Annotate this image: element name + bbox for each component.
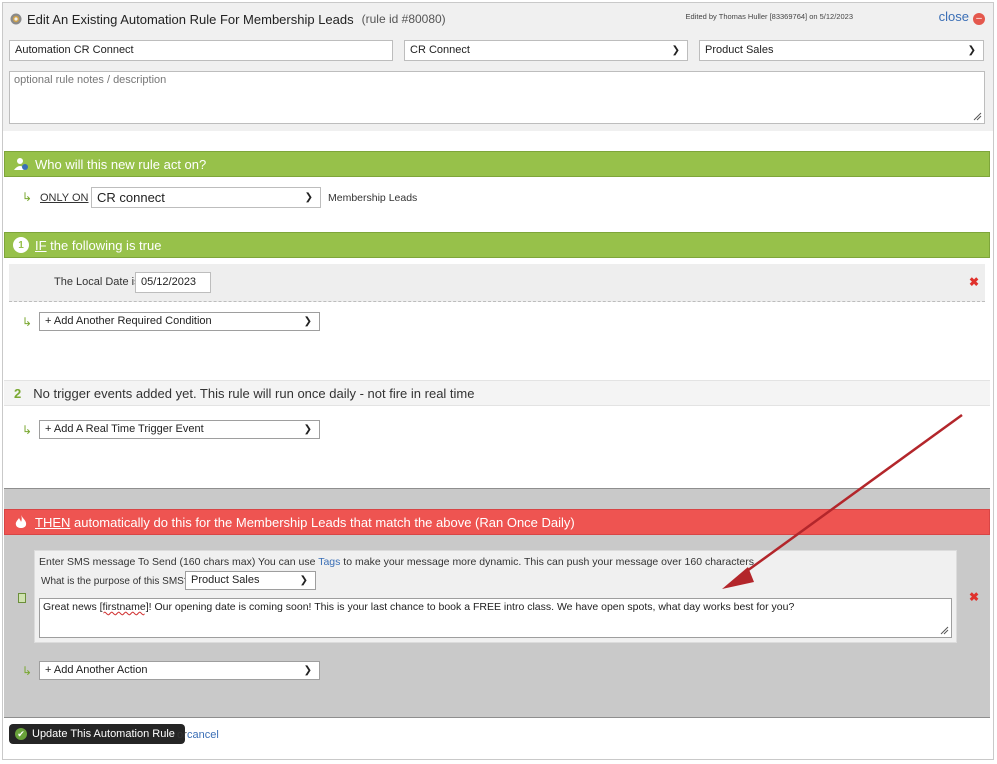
who-section-header: Who will this new rule act on? [4,151,990,177]
then-keyword: THEN [35,514,71,530]
rule-name-input[interactable]: Automation CR Connect [9,40,393,61]
flame-icon [13,514,29,530]
who-section-title: Who will this new rule act on? [35,156,207,172]
add-trigger-select[interactable]: + Add A Real Time Trigger Event ❯ [39,420,320,439]
only-on-value: CR connect [97,190,165,205]
category-select[interactable]: CR Connect ❯ [404,40,688,61]
if-section-header: 1 IF the following is true [4,232,990,258]
purpose-select[interactable]: Product Sales ❯ [185,571,316,590]
add-trigger-label: + Add A Real Time Trigger Event [45,423,204,435]
chevron-down-icon: ❯ [967,45,976,56]
page-title: Edit An Existing Automation Rule For Mem… [27,11,354,27]
step-number-1: 1 [13,237,29,253]
user-icon [13,156,29,172]
chevron-down-icon: ❯ [303,424,312,435]
update-rule-label: Update This Automation Rule [32,728,175,740]
or-text: or [177,729,187,741]
purpose-label: What is the purpose of this SMS? [41,576,190,587]
department-select[interactable]: Product Sales ❯ [699,40,984,61]
only-on-select[interactable]: CR connect ❯ [91,187,321,208]
trigger-section-title: No trigger events added yet. This rule w… [33,385,475,401]
branch-arrow-icon: ↳ [22,190,33,204]
rule-notes-textarea[interactable]: optional rule notes / description [9,71,985,124]
add-condition-select[interactable]: + Add Another Required Condition ❯ [39,312,320,331]
firstname-tag: [firstname] [99,601,149,613]
chevron-down-icon: ❯ [303,665,312,676]
check-icon: ✔ [15,728,27,740]
resize-handle-icon[interactable] [973,112,982,121]
sms-instruction: Enter SMS message To Send (160 chars max… [39,556,754,568]
branch-arrow-icon: ↳ [22,664,33,678]
if-section-title: the following is true [46,237,162,253]
gear-icon [9,12,23,26]
notes-placeholder: optional rule notes / description [14,74,167,86]
edited-by-text: Edited by Thomas Huller [83369764] on 5/… [685,12,853,21]
chevron-down-icon: ❯ [299,575,308,586]
close-link[interactable]: close [939,9,969,24]
trigger-section-header: 2 No trigger events added yet. This rule… [4,380,990,406]
only-on-label: ONLY ON [40,192,89,204]
category-select-value: CR Connect [410,44,470,56]
branch-arrow-icon: ↳ [22,423,33,437]
add-action-label: + Add Another Action [45,664,148,676]
department-select-value: Product Sales [705,44,774,56]
add-action-select[interactable]: + Add Another Action ❯ [39,661,320,680]
chevron-down-icon: ❯ [303,316,312,327]
chevron-down-icon: ❯ [671,45,680,56]
condition-date-input[interactable]: 05/12/2023 [135,272,211,293]
step-number-2: 2 [14,385,22,401]
if-keyword: IF [35,237,47,253]
add-condition-label: + Add Another Required Condition [45,315,212,327]
branch-arrow-icon: ↳ [22,315,33,329]
target-label: Membership Leads [328,192,418,204]
chevron-down-icon: ❯ [304,192,313,203]
rule-id: (rule id #80080) [361,12,446,26]
update-rule-button[interactable]: ✔ Update This Automation Rule [9,724,185,744]
purpose-value: Product Sales [191,574,260,586]
sms-icon [18,593,26,603]
then-section-header: THEN automatically do this for the Membe… [4,509,990,535]
cancel-link[interactable]: cancel [187,729,219,741]
resize-handle-icon[interactable] [940,626,949,635]
close-icon[interactable]: – [973,13,985,25]
condition-label: The Local Date is [54,276,140,288]
delete-x-icon[interactable]: ✖ [969,590,979,604]
delete-x-icon[interactable]: ✖ [969,275,979,289]
then-section-title: automatically do this for the Membership… [70,514,575,530]
tags-link[interactable]: Tags [318,556,340,568]
sms-message-textarea[interactable]: Great news [firstname]! Our opening date… [39,598,952,638]
